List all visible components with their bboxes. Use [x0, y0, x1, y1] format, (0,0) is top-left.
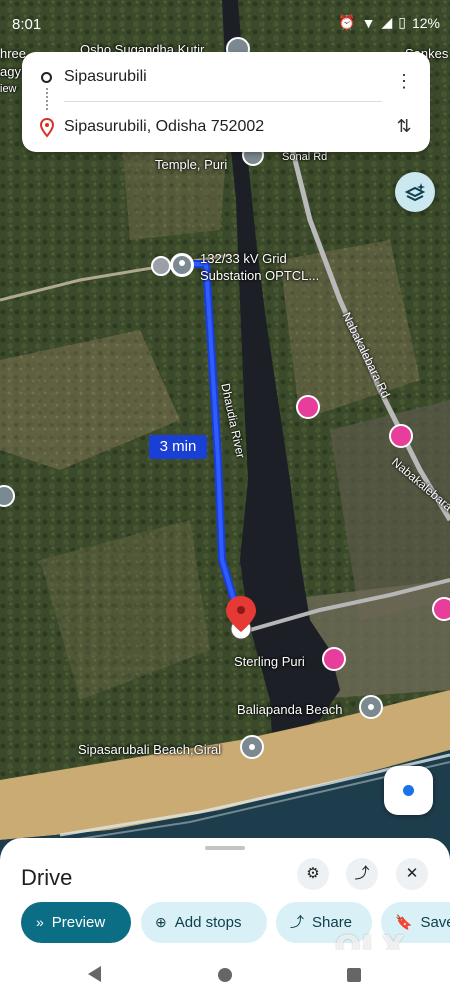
route-options-button[interactable]: ⚙	[297, 858, 329, 890]
share-icon: ⤴	[354, 865, 370, 882]
destination-field[interactable]: Sipasurubili, Odisha 752002	[22, 106, 430, 150]
status-bar: 8:01 ⏰ ▼ ◢ ▯ 12%	[0, 0, 450, 50]
recents-icon[interactable]	[347, 968, 361, 982]
layers-button[interactable]	[395, 172, 435, 212]
save-label: Save	[420, 914, 450, 931]
add-stops-label: Add stops	[174, 914, 242, 931]
origin-dot-icon	[41, 72, 52, 83]
system-nav-bar	[0, 950, 450, 1000]
share-icon-button[interactable]: ⤴	[346, 858, 378, 890]
origin-text: Sipasurubili	[64, 68, 147, 85]
home-icon[interactable]	[218, 968, 232, 982]
substation-pin	[170, 253, 194, 277]
close-button[interactable]: ✕	[396, 858, 428, 890]
route-time-badge[interactable]: 3 min	[149, 435, 207, 459]
destination-text: Sipasurubili, Odisha 752002	[64, 118, 265, 135]
map-label-substation[interactable]: 132/33 kV Grid	[200, 251, 287, 266]
origin-field[interactable]: Sipasurubili ⋮	[22, 56, 430, 100]
swap-vert-icon[interactable]: ⇅	[392, 116, 416, 140]
map-label-sterling[interactable]: Sterling Puri	[234, 654, 305, 669]
status-icons: ⏰ ▼ ◢ ▯ 12%	[338, 14, 440, 31]
share-icon: ⤴	[290, 914, 304, 930]
wifi-icon: ▼	[361, 14, 376, 31]
map-label-baliapanda[interactable]: Baliapanda Beach	[237, 702, 343, 717]
alarm-icon: ⏰	[338, 14, 356, 30]
my-location-icon	[403, 785, 414, 796]
close-icon: ✕	[405, 865, 419, 882]
share-label: Share	[312, 914, 353, 931]
map-label: agy	[0, 64, 21, 79]
map-label-temple[interactable]: Temple, Puri	[155, 157, 227, 172]
preview-label: Preview	[51, 914, 106, 931]
divider	[64, 101, 382, 102]
add-stops-button[interactable]: ⊕ Add stops	[141, 902, 267, 943]
back-icon[interactable]	[88, 966, 101, 982]
more-vert-icon[interactable]: ⋮	[394, 72, 414, 92]
map-label-sipasarubali[interactable]: Sipasarubali Beach,Giral	[78, 742, 221, 757]
sheet-title: Drive	[21, 865, 73, 890]
drag-handle[interactable]	[205, 846, 245, 850]
battery-icon: ▯	[398, 14, 406, 30]
route-card: Sipasurubili ⋮ Sipasurubili, Odisha 7520…	[22, 52, 430, 152]
preview-button[interactable]: » Preview	[21, 902, 131, 943]
layers-icon	[404, 183, 426, 202]
map-label-substation[interactable]: Substation OPTCL...	[200, 268, 319, 283]
map-label-road: Sonal Rd	[282, 151, 328, 163]
tune-icon: ⚙	[306, 865, 320, 882]
double-chevron-icon: »	[36, 914, 44, 930]
my-location-button[interactable]	[384, 766, 433, 815]
signal-icon: ◢	[381, 14, 393, 30]
battery-level: 12%	[411, 14, 440, 31]
status-time: 8:01	[12, 16, 42, 33]
add-location-icon: ⊕	[155, 914, 167, 930]
map-label: iew	[0, 83, 17, 95]
location-pin-icon	[39, 118, 55, 138]
